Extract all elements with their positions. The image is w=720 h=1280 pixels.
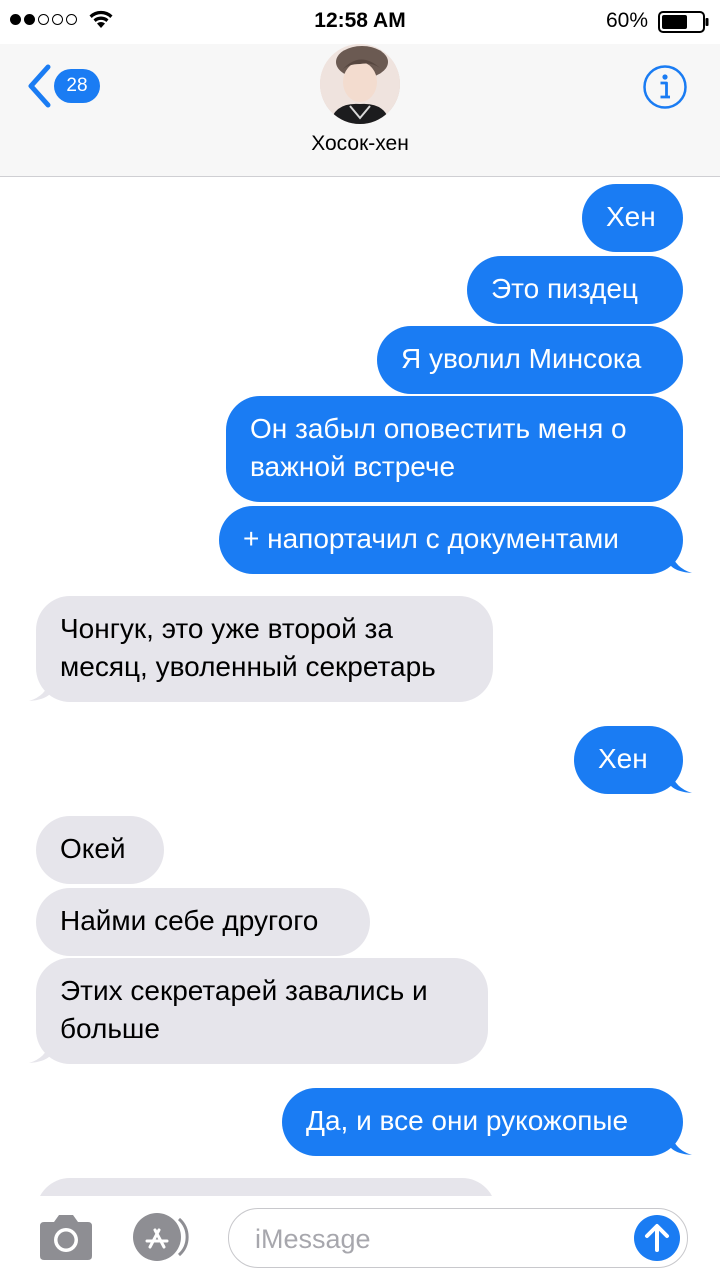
sent-message-bubble[interactable]: Это пиздец: [467, 256, 683, 324]
bubble-tail: [671, 772, 692, 793]
conversation-header: 28 Хосок-хен: [0, 44, 720, 177]
unread-count-badge: 28: [54, 69, 100, 103]
info-icon[interactable]: [642, 64, 688, 110]
bubble-tail: [671, 552, 692, 573]
message-field: [228, 1208, 688, 1268]
bubble-tail: [29, 680, 50, 701]
status-bar: 12:58 AM 60%: [0, 0, 720, 44]
camera-icon[interactable]: [36, 1212, 96, 1264]
received-message-bubble[interactable]: Найми себе другого: [36, 888, 370, 956]
received-message-bubble[interactable]: Чонгук, это уже второй за месяц, уволенн…: [36, 596, 493, 702]
app-store-icon[interactable]: [130, 1210, 196, 1264]
battery-icon: [658, 11, 709, 33]
bubble-tail: [29, 1042, 50, 1063]
messages-screen: 12:58 AM 60% 28 Хосок-хен Хен Это пиздец…: [0, 0, 720, 1280]
bubble-tail: [671, 1134, 692, 1155]
avatar-photo: [320, 44, 400, 124]
battery-percentage: 60%: [605, 9, 648, 32]
sent-message-bubble[interactable]: Хен: [574, 726, 683, 794]
sent-message-bubble[interactable]: + напортачил с документами: [219, 506, 683, 574]
compose-bar: [0, 1196, 720, 1280]
sent-message-bubble[interactable]: Он забыл оповестить меня о важной встреч…: [226, 396, 683, 502]
message-input[interactable]: [253, 1219, 627, 1259]
sent-message-bubble[interactable]: Хен: [582, 184, 683, 252]
received-message-bubble[interactable]: Этих секретарей завались и больше: [36, 958, 488, 1064]
sent-message-bubble[interactable]: Я уволил Минсока: [377, 326, 683, 394]
sent-message-bubble[interactable]: Да, и все они рукожопые: [282, 1088, 683, 1156]
contact-avatar[interactable]: [320, 44, 400, 124]
back-button[interactable]: 28: [26, 64, 100, 108]
chevron-left-icon: [28, 64, 51, 108]
received-message-bubble[interactable]: Окей: [36, 816, 164, 884]
send-arrow-icon[interactable]: [633, 1214, 681, 1262]
contact-name[interactable]: Хосок-хен: [0, 132, 720, 156]
